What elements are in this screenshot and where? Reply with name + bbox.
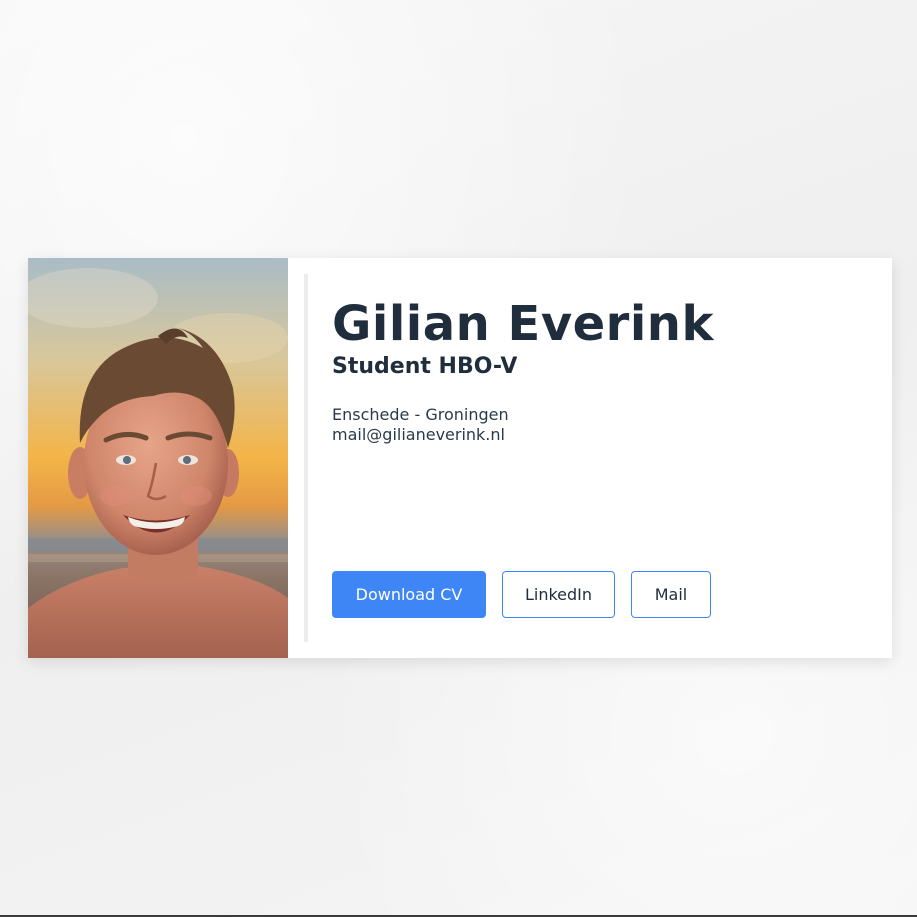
profile-content: Gilian Everink Student HBO-V Enschede - …: [288, 258, 892, 658]
profile-photo: [28, 258, 288, 658]
profile-card: Gilian Everink Student HBO-V Enschede - …: [28, 258, 892, 658]
contact-info: Enschede - Groningen mail@gilianeverink.…: [332, 405, 509, 445]
action-buttons: Download CV LinkedIn Mail: [332, 571, 711, 618]
download-cv-button[interactable]: Download CV: [332, 571, 486, 618]
linkedin-button[interactable]: LinkedIn: [502, 571, 615, 618]
email-text: mail@gilianeverink.nl: [332, 425, 505, 444]
profile-name: Gilian Everink: [332, 296, 714, 352]
vertical-divider: [304, 274, 308, 642]
mail-button[interactable]: Mail: [631, 571, 711, 618]
profile-role: Student HBO-V: [332, 354, 518, 379]
location-text: Enschede - Groningen: [332, 405, 509, 424]
